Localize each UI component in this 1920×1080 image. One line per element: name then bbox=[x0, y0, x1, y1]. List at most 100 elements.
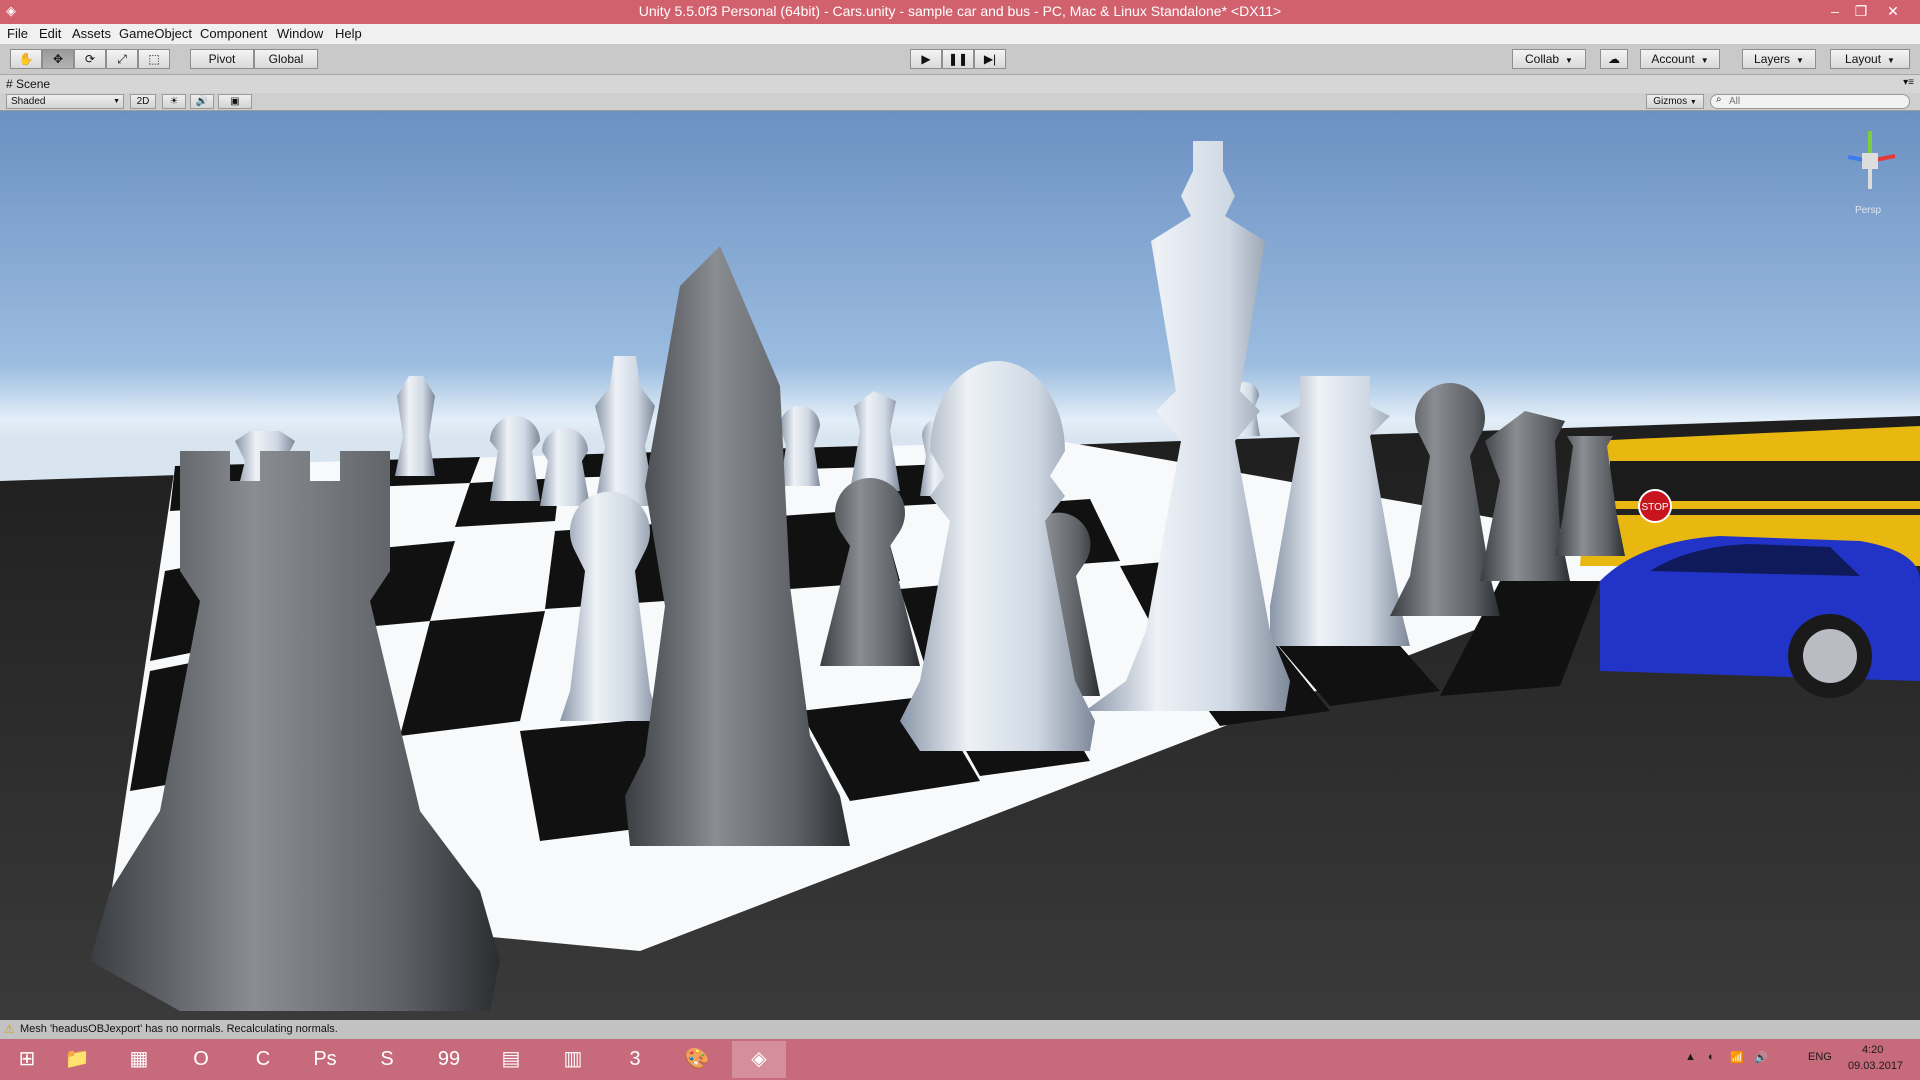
rect-tool-button[interactable]: ⬚ bbox=[138, 49, 170, 69]
image-icon: ▣ bbox=[230, 96, 240, 107]
menu-file[interactable]: File bbox=[7, 26, 28, 41]
hand-tool-icon: ✋ bbox=[18, 52, 34, 66]
layers-dropdown[interactable]: Layers ▼ bbox=[1742, 49, 1816, 69]
minimize-button[interactable]: – bbox=[1822, 0, 1848, 22]
start-button[interactable]: ⊞ bbox=[0, 1041, 54, 1078]
menu-gameobject[interactable]: GameObject bbox=[119, 26, 192, 41]
volume-icon[interactable]: 🔊 bbox=[1754, 1051, 1768, 1064]
chevron-down-icon: ▼ bbox=[1796, 56, 1804, 65]
play-button[interactable]: ▶ bbox=[910, 49, 942, 69]
taskbar-app-explorer[interactable]: 📁 bbox=[50, 1041, 104, 1078]
maximize-button[interactable]: ❐ bbox=[1848, 0, 1874, 22]
chevron-down-icon: ▼ bbox=[113, 98, 120, 105]
collab-dropdown[interactable]: Collab ▼ bbox=[1512, 49, 1586, 69]
global-label: Global bbox=[268, 52, 304, 66]
collab-label: Collab bbox=[1525, 52, 1560, 66]
hand-tool-button[interactable]: ✋ bbox=[10, 49, 42, 69]
layout-dropdown[interactable]: Layout ▼ bbox=[1830, 49, 1910, 69]
gizmos-dropdown[interactable]: Gizmos ▼ bbox=[1646, 94, 1704, 109]
pause-icon: ❚❚ bbox=[947, 52, 969, 66]
layers-label: Layers bbox=[1754, 52, 1791, 66]
taskbar-app-skype[interactable]: S bbox=[360, 1041, 414, 1078]
image-viewer-icon: ▤ bbox=[501, 1048, 521, 1070]
total-commander-icon: 99 bbox=[437, 1048, 461, 1070]
3dsmax-icon: 3 bbox=[629, 1048, 641, 1070]
layout-label: Layout bbox=[1845, 52, 1882, 66]
menu-component[interactable]: Component bbox=[200, 26, 267, 41]
winrar-icon: ▥ bbox=[563, 1048, 583, 1070]
chevron-down-icon: ▼ bbox=[1700, 56, 1709, 65]
account-dropdown[interactable]: Account ▼ bbox=[1640, 49, 1720, 69]
windows-logo-icon: ⊞ bbox=[18, 1048, 36, 1070]
tab-scene[interactable]: # Scene bbox=[6, 77, 50, 91]
taskbar: ⊞ 📁 ▦ O C Ps S 99 ▤ ▥ 3 🎨 ◈ ▲ ◐ 📶 🔊 ENG … bbox=[0, 1039, 1920, 1080]
scene-viewport[interactable]: STOP Persp bbox=[0, 111, 1920, 1020]
tray-chevron-icon[interactable]: ▲ bbox=[1685, 1051, 1696, 1063]
taskbar-app-opera[interactable]: O bbox=[174, 1041, 228, 1078]
skype-icon: S bbox=[380, 1048, 394, 1070]
stop-sign-text: STOP bbox=[1641, 502, 1668, 513]
shading-mode-label: Shaded bbox=[11, 96, 46, 107]
rect-tool-icon: ⬚ bbox=[148, 52, 160, 66]
move-tool-icon: ✥ bbox=[52, 52, 64, 66]
paint-icon: 🎨 bbox=[684, 1048, 710, 1070]
search-icon: ⌕ bbox=[1716, 94, 1722, 105]
status-bar[interactable]: ⚠ Mesh 'headusOBJexport' has no normals.… bbox=[0, 1020, 1920, 1039]
taskbar-app-photoshop[interactable]: Ps bbox=[298, 1041, 352, 1078]
pause-button[interactable]: ❚❚ bbox=[942, 49, 974, 69]
scene-audio-toggle[interactable]: 🔊 bbox=[190, 94, 214, 109]
rotate-tool-icon: ⟳ bbox=[84, 52, 96, 66]
cloud-button[interactable]: ☁ bbox=[1600, 49, 1628, 69]
title-bar: ◈ Unity 5.5.0f3 Personal (64bit) - Cars.… bbox=[0, 0, 1920, 24]
scene-grid-icon: # bbox=[6, 77, 13, 91]
opera-icon: O bbox=[193, 1048, 209, 1070]
account-label: Account bbox=[1651, 52, 1695, 66]
photoshop-icon: Ps bbox=[313, 1048, 337, 1070]
tab-menu-icon[interactable]: ▾≡ bbox=[1903, 77, 1914, 88]
cloud-icon: ☁ bbox=[1608, 52, 1620, 66]
mode-2d-label: 2D bbox=[136, 96, 150, 107]
scene-lighting-toggle[interactable]: ☀ bbox=[162, 94, 186, 109]
taskbar-app-ccleaner[interactable]: C bbox=[236, 1041, 290, 1078]
hierarchy-search-input[interactable] bbox=[1710, 94, 1910, 109]
shading-mode-dropdown[interactable]: Shaded ▼ bbox=[6, 94, 124, 109]
global-toggle[interactable]: Global bbox=[254, 49, 318, 69]
pivot-toggle[interactable]: Pivot bbox=[190, 49, 254, 69]
ccleaner-icon: C bbox=[255, 1048, 271, 1070]
menu-help[interactable]: Help bbox=[335, 26, 362, 41]
menu-window[interactable]: Window bbox=[277, 26, 323, 41]
rotate-tool-button[interactable]: ⟳ bbox=[74, 49, 106, 69]
taskbar-app-winrar[interactable]: ▥ bbox=[546, 1041, 600, 1078]
network-icon[interactable]: 📶 bbox=[1730, 1051, 1744, 1064]
gizmo-persp-label: Persp bbox=[1855, 205, 1882, 216]
scene-tab-strip: # Scene ▾≡ bbox=[0, 75, 1920, 93]
taskbar-app-paint[interactable]: 🎨 bbox=[670, 1041, 724, 1078]
mode-2d-toggle[interactable]: 2D bbox=[130, 94, 156, 109]
pivot-label: Pivot bbox=[208, 52, 236, 66]
menu-edit[interactable]: Edit bbox=[39, 26, 61, 41]
file-explorer-icon: 📁 bbox=[64, 1048, 90, 1070]
clock-time[interactable]: 4:20 bbox=[1862, 1044, 1883, 1056]
menu-assets[interactable]: Assets bbox=[72, 26, 111, 41]
scene-effects-dropdown[interactable]: ▣ bbox=[218, 94, 252, 109]
store-icon: ▦ bbox=[129, 1048, 149, 1070]
unity-taskbar-icon: ◈ bbox=[751, 1048, 767, 1070]
clock-date[interactable]: 09.03.2017 bbox=[1848, 1060, 1903, 1072]
taskbar-app-unity[interactable]: ◈ bbox=[732, 1041, 786, 1078]
close-button[interactable]: ✕ bbox=[1880, 0, 1906, 22]
step-icon: ▶| bbox=[983, 52, 997, 66]
step-button[interactable]: ▶| bbox=[974, 49, 1006, 69]
move-tool-button[interactable]: ✥ bbox=[42, 49, 74, 69]
chevron-down-icon: ▼ bbox=[1565, 56, 1573, 65]
taskbar-app-3dsmax[interactable]: 3 bbox=[608, 1041, 662, 1078]
sun-icon: ☀ bbox=[169, 96, 179, 107]
taskbar-app-image-viewer[interactable]: ▤ bbox=[484, 1041, 538, 1078]
taskbar-app-store[interactable]: ▦ bbox=[112, 1041, 166, 1078]
scale-tool-button[interactable]: ⤢ bbox=[106, 49, 138, 69]
taskbar-app-total-commander[interactable]: 99 bbox=[422, 1041, 476, 1078]
scale-tool-icon: ⤢ bbox=[117, 52, 127, 66]
input-language[interactable]: ENG bbox=[1808, 1051, 1832, 1063]
scene-toolbar: Shaded ▼ 2D ☀ 🔊 ▣ Gizmos ▼ ⌕ bbox=[0, 93, 1920, 111]
status-message[interactable]: Mesh 'headusOBJexport' has no normals. R… bbox=[20, 1023, 338, 1035]
tray-app-icon[interactable]: ◐ bbox=[1708, 1051, 1715, 1063]
